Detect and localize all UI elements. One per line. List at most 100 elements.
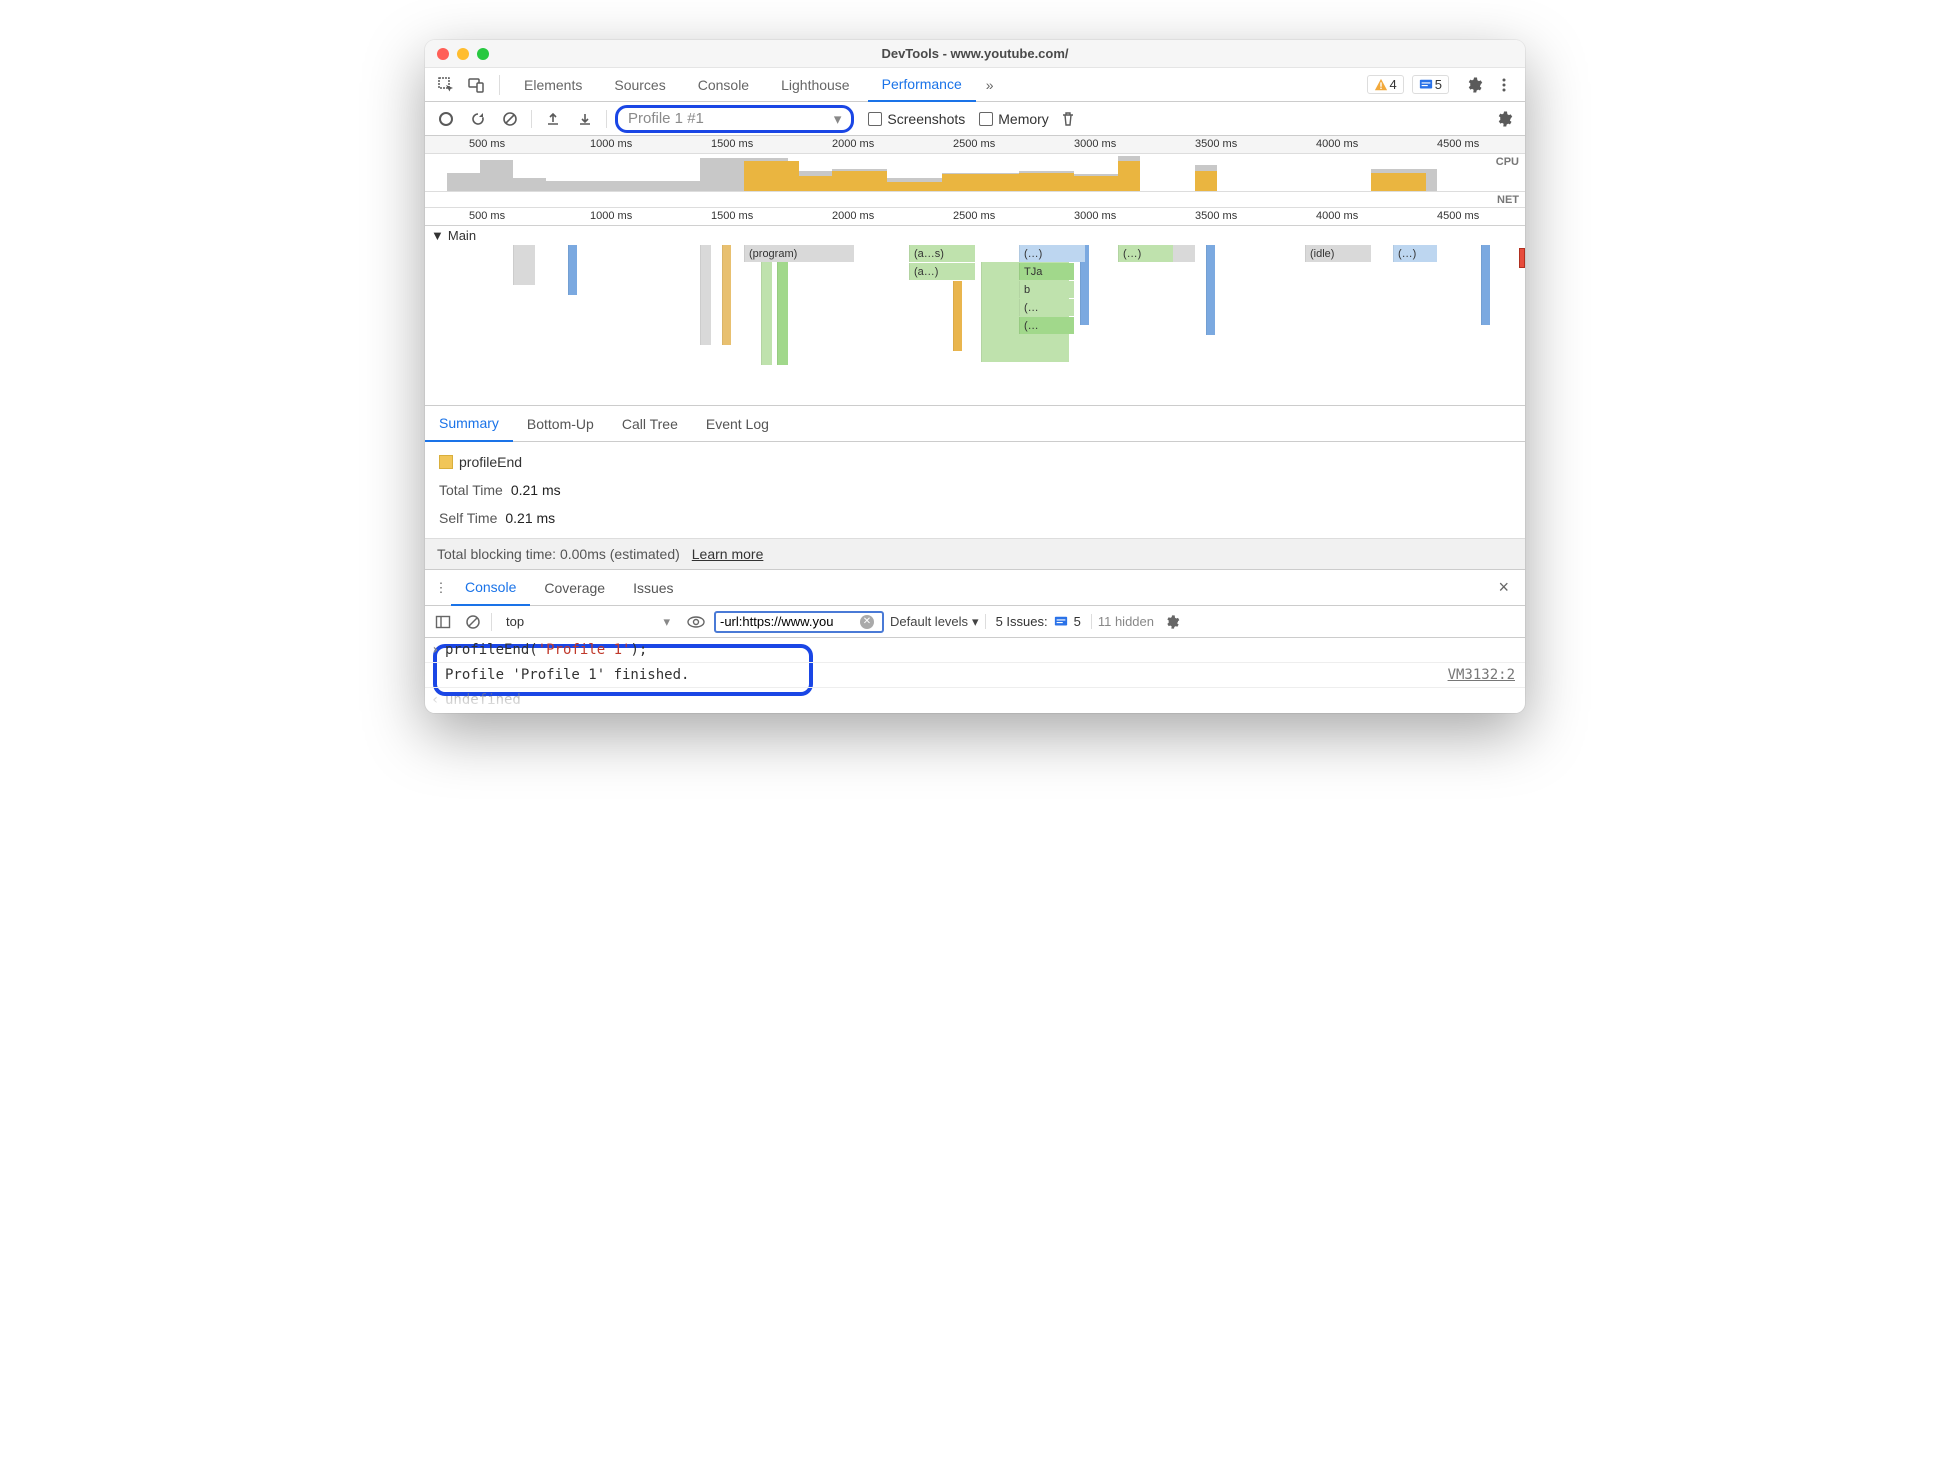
record-button[interactable] [433, 106, 459, 132]
clear-filter-icon[interactable]: ✕ [860, 615, 874, 629]
tab-summary[interactable]: Summary [425, 407, 513, 442]
flame-canvas[interactable]: (program)(a…s)(…)(…)(idle)(…)(a…)TJab(…(… [425, 245, 1525, 380]
net-overview[interactable]: NET [425, 192, 1525, 208]
drawer-tab-issues[interactable]: Issues [619, 570, 687, 605]
total-time-value: 0.21 ms [511, 482, 561, 498]
tab-event-log[interactable]: Event Log [692, 406, 783, 441]
chevron-down-icon: ▾ [663, 614, 670, 630]
main-track-label: Main [448, 228, 476, 243]
learn-more-link[interactable]: Learn more [692, 546, 764, 562]
perf-settings-icon[interactable] [1491, 106, 1517, 132]
self-time-label: Self Time [439, 510, 497, 526]
chevron-down-icon: ▼ [431, 228, 444, 243]
flame-entry[interactable]: b [1019, 281, 1074, 298]
console-output[interactable]: profileEnd('Profile 1'); Profile 'Profil… [425, 638, 1525, 713]
profile-selector-label: Profile 1 #1 [628, 110, 704, 127]
hidden-messages-link[interactable]: 11 hidden [1098, 614, 1154, 629]
console-sidebar-toggle[interactable] [431, 610, 455, 634]
tab-bottom-up[interactable]: Bottom-Up [513, 406, 608, 441]
tick-label: 4000 ms [1316, 138, 1358, 150]
log-text: Profile 'Profile 1' finished. [445, 667, 689, 683]
cpu-overview[interactable]: CPU [425, 154, 1525, 192]
chevron-down-icon: ▾ [834, 110, 842, 128]
clear-button[interactable] [497, 106, 523, 132]
tick-label: 2500 ms [953, 138, 995, 150]
main-track-header[interactable]: ▼ Main [425, 226, 1525, 245]
log-levels-dropdown[interactable]: Default levels ▾ [890, 614, 979, 630]
blocking-time-text: Total blocking time: 0.00ms (estimated) [437, 546, 680, 562]
flame-entry[interactable]: (… [1019, 299, 1074, 316]
flame-entry[interactable]: (a…s) [909, 245, 975, 262]
tick-label: 2000 ms [832, 138, 874, 150]
flame-chart[interactable]: ▼ Main (program) (a…s) (…) (…) (idle) (…) (a…)… [425, 226, 1525, 406]
flame-ruler[interactable]: 500 ms 1000 ms 1500 ms 2000 ms 2500 ms 3… [425, 208, 1525, 226]
message-icon [1054, 615, 1068, 629]
net-label: NET [1497, 194, 1519, 206]
flame-entry[interactable]: (…) [1019, 245, 1085, 262]
issues-link[interactable]: 5 Issues: 5 [985, 614, 1092, 629]
drawer-tab-console[interactable]: Console [451, 571, 530, 606]
flame-entry[interactable]: (a…) [909, 263, 975, 280]
tick-label: 1500 ms [711, 138, 753, 150]
tick-label: 3500 ms [1195, 138, 1237, 150]
overview-ruler[interactable]: 500 ms 1000 ms 1500 ms 2000 ms 2500 ms 3… [425, 136, 1525, 154]
source-link[interactable]: VM3132:2 [1448, 667, 1515, 683]
warnings-badge[interactable]: 4 [1367, 75, 1404, 94]
profile-selector[interactable]: Profile 1 #1 ▾ [615, 105, 854, 133]
event-name: profileEnd [459, 454, 522, 470]
window-title: DevTools - www.youtube.com/ [425, 46, 1525, 61]
flame-entry[interactable]: (idle) [1305, 245, 1371, 262]
clear-console-button[interactable] [461, 610, 485, 634]
upload-profile-button[interactable] [540, 106, 566, 132]
inspect-icon[interactable] [433, 72, 459, 98]
flame-entry[interactable]: TJa [1019, 263, 1074, 280]
separator [499, 75, 500, 95]
settings-icon[interactable] [1461, 72, 1487, 98]
memory-checkbox[interactable]: Memory [979, 111, 1049, 127]
tick-label: 1000 ms [590, 138, 632, 150]
more-icon[interactable] [1491, 72, 1517, 98]
device-toolbar-icon[interactable] [463, 72, 489, 98]
screenshots-checkbox[interactable]: Screenshots [868, 111, 965, 127]
flame-entry[interactable]: (…) [1393, 245, 1437, 262]
message-icon [1419, 78, 1433, 92]
delete-profile-button[interactable] [1055, 106, 1081, 132]
flame-entry[interactable]: (…) [1118, 245, 1173, 262]
summary-pane: profileEnd Total Time0.21 ms Self Time0.… [425, 442, 1525, 538]
flame-entry[interactable]: (… [1019, 317, 1074, 334]
tab-call-tree[interactable]: Call Tree [608, 406, 692, 441]
context-label: top [506, 614, 524, 629]
warning-icon [1374, 78, 1388, 92]
console-settings-icon[interactable] [1160, 610, 1184, 634]
tab-sources[interactable]: Sources [600, 68, 679, 101]
tab-lighthouse[interactable]: Lighthouse [767, 68, 864, 101]
drawer-more-icon[interactable]: ⋮ [431, 580, 451, 596]
drawer-tab-coverage[interactable]: Coverage [530, 570, 619, 605]
console-filter-input[interactable]: ✕ [714, 611, 884, 633]
tab-console[interactable]: Console [684, 68, 763, 101]
total-time-label: Total Time [439, 482, 503, 498]
blocking-time-bar: Total blocking time: 0.00ms (estimated) … [425, 538, 1525, 570]
messages-count: 5 [1435, 77, 1442, 92]
console-log-row: Profile 'Profile 1' finished. VM3132:2 [425, 663, 1525, 688]
tab-elements[interactable]: Elements [510, 68, 596, 101]
reload-record-button[interactable] [465, 106, 491, 132]
drawer-close-button[interactable]: × [1488, 577, 1519, 598]
chevron-down-icon: ▾ [972, 614, 979, 630]
tabs-overflow[interactable]: » [980, 68, 1000, 101]
event-color-swatch [439, 455, 453, 469]
flame-entry[interactable]: (program) [744, 245, 854, 262]
tick-label: 500 ms [469, 138, 505, 150]
tab-performance[interactable]: Performance [868, 69, 976, 102]
devtools-window: DevTools - www.youtube.com/ Elements Sou… [425, 40, 1525, 713]
titlebar: DevTools - www.youtube.com/ [425, 40, 1525, 68]
execution-context-dropdown[interactable]: top ▾ [498, 612, 678, 632]
filter-field[interactable] [720, 614, 860, 629]
live-expression-button[interactable] [684, 610, 708, 634]
console-command-row: profileEnd('Profile 1'); [425, 638, 1525, 663]
tick-label: 3000 ms [1074, 138, 1116, 150]
warning-count: 4 [1390, 77, 1397, 92]
messages-badge[interactable]: 5 [1412, 75, 1449, 94]
tick-label: 4500 ms [1437, 138, 1479, 150]
download-profile-button[interactable] [572, 106, 598, 132]
